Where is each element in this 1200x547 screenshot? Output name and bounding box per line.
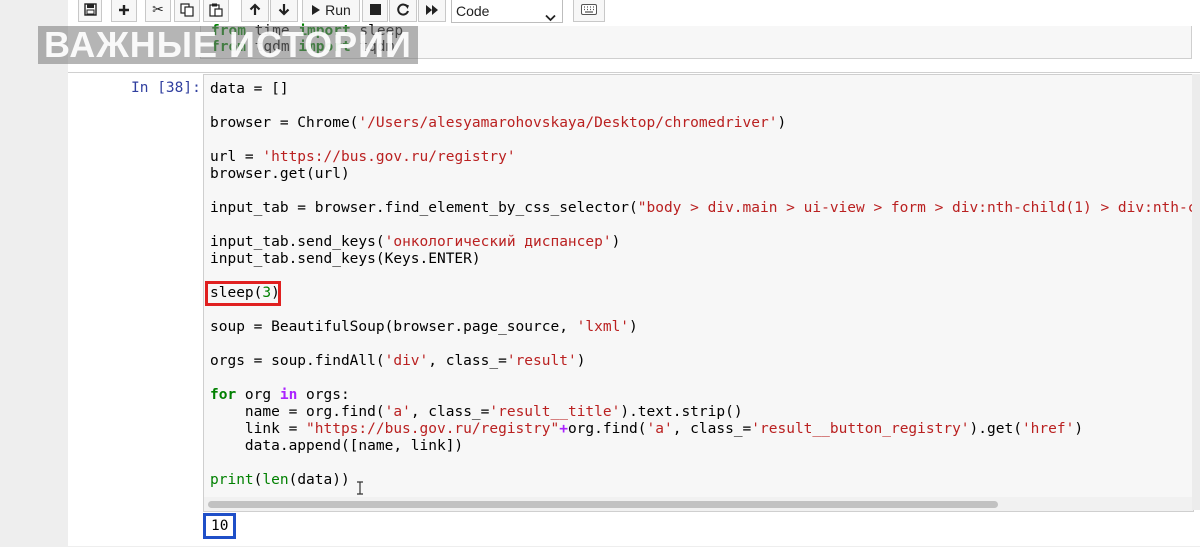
code-line: data = []	[210, 81, 289, 97]
restart-icon	[396, 3, 410, 16]
code-line: input_tab.send_keys(Keys.ENTER)	[210, 251, 481, 267]
code-line: data.append([name, link])	[210, 438, 464, 454]
text-cursor-icon	[356, 480, 364, 495]
cut-icon: ✂	[152, 1, 164, 18]
code-line: soup = BeautifulSoup(browser.page_source…	[210, 319, 638, 335]
move-down-icon	[278, 3, 290, 16]
interrupt-button[interactable]	[362, 0, 388, 22]
cell-prompt: In [38]:	[131, 80, 201, 96]
fast-forward-icon	[425, 4, 439, 16]
save-icon	[83, 3, 97, 16]
restart-run-all-button[interactable]	[418, 0, 446, 22]
code-line: print(len(data))	[210, 472, 350, 488]
code-line: browser.get(url)	[210, 166, 350, 182]
code-line: for org in orgs:	[210, 387, 350, 403]
code-line: link = "https://bus.gov.ru/registry"+org…	[210, 421, 1084, 437]
move-up-button[interactable]	[241, 0, 269, 22]
highlight-box-red	[205, 281, 281, 306]
horizontal-scrollbar[interactable]	[204, 497, 1193, 511]
code-line: input_tab = browser.find_element_by_css_…	[210, 200, 1194, 216]
cut-button[interactable]: ✂	[145, 0, 171, 22]
code-line: orgs = soup.findAll('div', class_='resul…	[210, 353, 586, 369]
code-line: browser = Chrome('/Users/alesyamarohovsk…	[210, 115, 787, 131]
right-edge	[1192, 74, 1200, 510]
keyboard-icon	[581, 4, 597, 15]
command-palette-button[interactable]	[573, 0, 605, 22]
cell-output: 10	[203, 513, 236, 539]
stop-icon	[369, 4, 381, 15]
code-editor[interactable]: data = [] browser = Chrome('/Users/alesy…	[203, 74, 1194, 512]
scrollbar-thumb[interactable]	[208, 501, 998, 508]
move-down-button[interactable]	[270, 0, 298, 22]
code-line: name = org.find('a', class_='result__tit…	[210, 404, 743, 420]
run-label: Run	[325, 1, 351, 18]
watermark-logo: ВАЖНЫЕ ИСТОРИИ	[38, 26, 418, 64]
paste-button[interactable]	[203, 0, 229, 22]
move-up-icon	[249, 3, 261, 16]
add-cell-icon	[118, 4, 130, 16]
code-line: input_tab.send_keys('онкологический дисп…	[210, 234, 621, 250]
cell-type-value: Code	[456, 3, 490, 19]
paste-icon	[209, 3, 223, 17]
run-button[interactable]: Run	[302, 0, 360, 22]
code-line: url = 'https://bus.gov.ru/registry'	[210, 149, 516, 165]
copy-icon	[180, 2, 194, 17]
insert-cell-button[interactable]	[111, 0, 137, 22]
restart-button[interactable]	[389, 0, 417, 22]
run-icon	[311, 4, 321, 16]
save-button[interactable]	[78, 0, 102, 22]
cell-type-select[interactable]: Code	[451, 0, 563, 23]
copy-button[interactable]	[174, 0, 200, 22]
